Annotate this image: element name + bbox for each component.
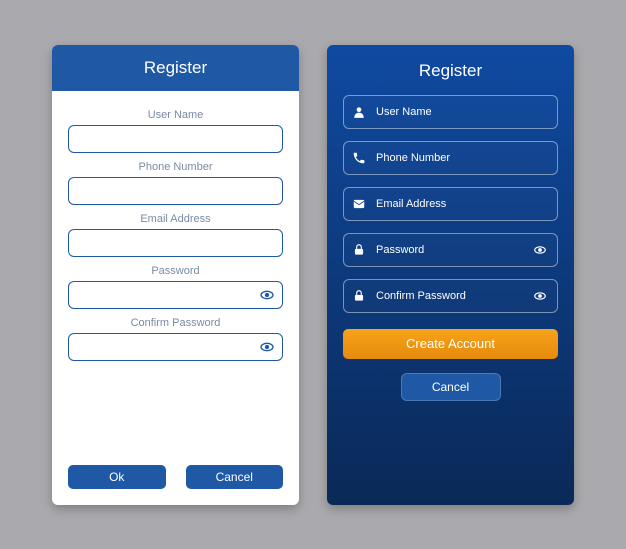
ok-button[interactable]: Ok bbox=[68, 465, 166, 489]
username-input[interactable] bbox=[68, 125, 283, 153]
password-label-dark: Password bbox=[376, 244, 533, 256]
button-row-light: Ok Cancel bbox=[68, 455, 283, 489]
password-input[interactable] bbox=[68, 281, 283, 309]
username-group: User Name bbox=[68, 109, 283, 153]
email-label: Email Address bbox=[68, 213, 283, 225]
confirm-password-label: Confirm Password bbox=[68, 317, 283, 329]
password-label: Password bbox=[68, 265, 283, 277]
mail-icon bbox=[352, 197, 366, 211]
confirm-password-label-dark: Confirm Password bbox=[376, 290, 533, 302]
lock-icon bbox=[352, 243, 366, 257]
email-label-dark: Email Address bbox=[376, 198, 547, 210]
register-title-light: Register bbox=[52, 45, 299, 91]
email-group: Email Address bbox=[68, 213, 283, 257]
cancel-button-dark[interactable]: Cancel bbox=[401, 373, 501, 401]
username-field[interactable]: User Name bbox=[343, 95, 558, 129]
phone-input[interactable] bbox=[68, 177, 283, 205]
eye-icon[interactable] bbox=[533, 243, 547, 257]
confirm-password-group: Confirm Password bbox=[68, 317, 283, 361]
register-card-light: Register User Name Phone Number Email Ad… bbox=[52, 45, 299, 505]
password-field[interactable]: Password bbox=[343, 233, 558, 267]
lock-icon bbox=[352, 289, 366, 303]
user-icon bbox=[352, 105, 366, 119]
eye-icon[interactable] bbox=[533, 289, 547, 303]
phone-group: Phone Number bbox=[68, 161, 283, 205]
password-group: Password bbox=[68, 265, 283, 309]
phone-field[interactable]: Phone Number bbox=[343, 141, 558, 175]
register-card-dark: Register User Name Phone Number Email Ad… bbox=[327, 45, 574, 505]
email-input[interactable] bbox=[68, 229, 283, 257]
register-form-light: User Name Phone Number Email Address Pas… bbox=[52, 91, 299, 505]
register-title-dark: Register bbox=[343, 61, 558, 81]
username-label: User Name bbox=[68, 109, 283, 121]
username-label-dark: User Name bbox=[376, 106, 547, 118]
eye-icon[interactable] bbox=[259, 339, 275, 355]
phone-icon bbox=[352, 151, 366, 165]
confirm-password-input[interactable] bbox=[68, 333, 283, 361]
cancel-button[interactable]: Cancel bbox=[186, 465, 284, 489]
create-account-button[interactable]: Create Account bbox=[343, 329, 558, 359]
phone-label-dark: Phone Number bbox=[376, 152, 547, 164]
eye-icon[interactable] bbox=[259, 287, 275, 303]
confirm-password-field[interactable]: Confirm Password bbox=[343, 279, 558, 313]
phone-label: Phone Number bbox=[68, 161, 283, 173]
email-field[interactable]: Email Address bbox=[343, 187, 558, 221]
